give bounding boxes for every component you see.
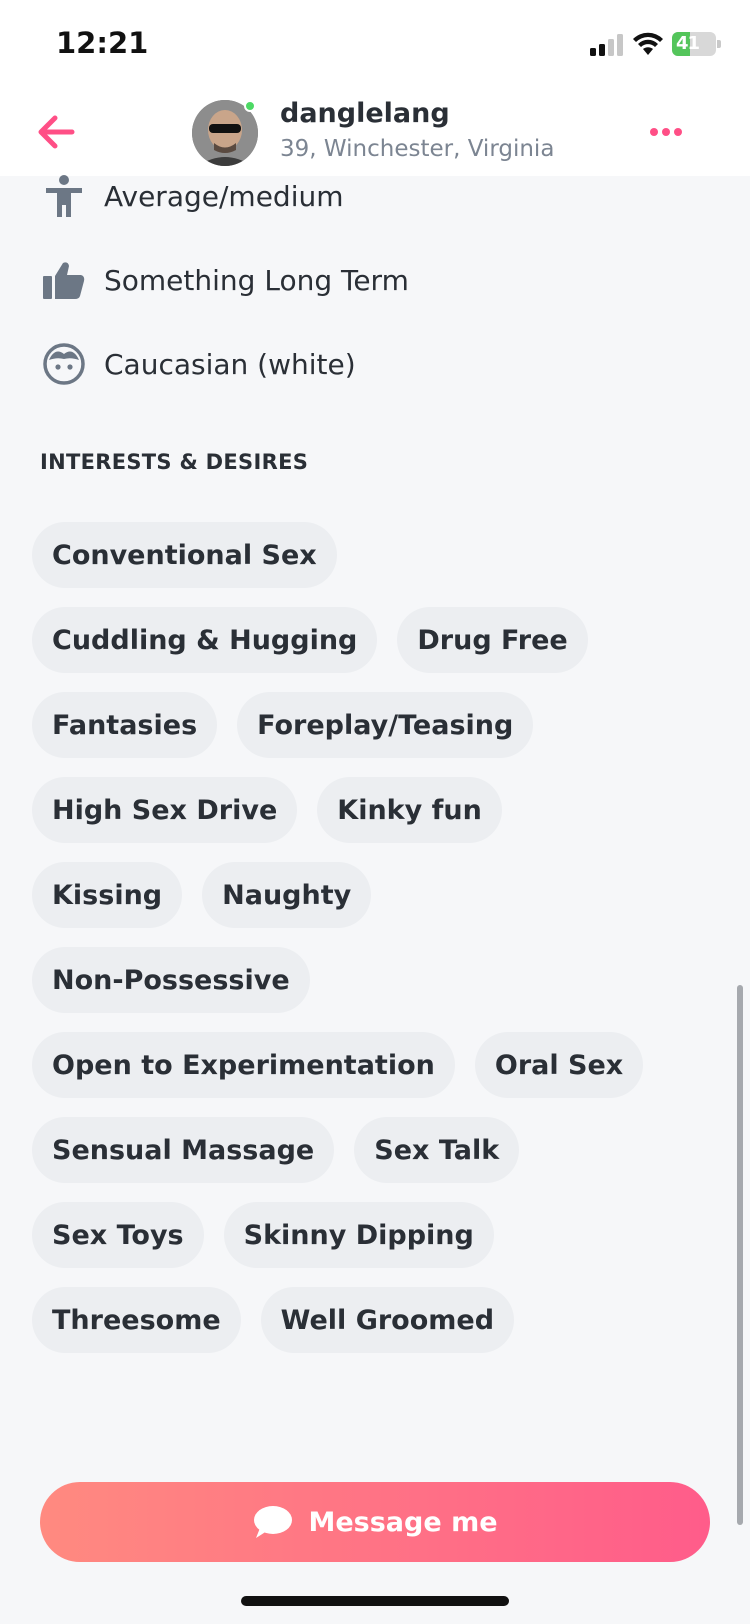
status-bar: 12:21 41 <box>0 0 750 88</box>
interest-chip: Fantasies <box>32 692 218 758</box>
interest-chip: Sensual Massage <box>32 1117 335 1183</box>
home-indicator[interactable] <box>241 1596 509 1606</box>
chip-row: Sensual Massage Sex Talk <box>32 1117 722 1183</box>
chip-row: Sex Toys Skinny Dipping <box>32 1202 722 1268</box>
interest-chip: Naughty <box>202 862 372 928</box>
interest-chip: Sex Toys <box>32 1202 204 1268</box>
chip-row: Fantasies Foreplay/Teasing <box>32 692 722 758</box>
interest-chip: Well Groomed <box>260 1287 515 1353</box>
face-icon <box>40 340 88 388</box>
chat-bubble-icon <box>254 1506 293 1538</box>
body-type-icon <box>40 172 88 220</box>
interest-chip: Kinky fun <box>317 777 502 843</box>
interest-chip: Threesome <box>32 1287 241 1353</box>
interest-chips: Conventional Sex Cuddling & Hugging Drug F… <box>32 522 722 1372</box>
profile-username: danglelang <box>280 98 450 129</box>
attribute-label: Caucasian (white) <box>104 347 356 381</box>
interest-chip: Foreplay/Teasing <box>237 692 534 758</box>
attribute-ethnicity: Caucasian (white) <box>40 334 356 394</box>
battery-level: 41 <box>676 33 700 54</box>
attribute-label: Average/medium <box>104 179 344 213</box>
chip-row: Non-Possessive <box>32 947 722 1013</box>
battery-nub <box>717 40 721 48</box>
arrow-left-icon <box>38 115 75 149</box>
chip-row: Conventional Sex <box>32 522 722 588</box>
profile-age-location: 39, Winchester, Virginia <box>280 136 555 162</box>
message-me-button[interactable]: Message me <box>40 1482 710 1562</box>
interest-chip: Open to Experimentation <box>32 1032 455 1098</box>
interest-chip: Skinny Dipping <box>223 1202 494 1268</box>
attribute-label: Something Long Term <box>104 263 409 297</box>
attribute-body-type: Average/medium <box>40 166 344 226</box>
profile-header: danglelang 39, Winchester, Virginia <box>0 88 750 176</box>
interest-chip: High Sex Drive <box>32 777 298 843</box>
message-button-label: Message me <box>308 1506 498 1538</box>
interest-chip: Non-Possessive <box>32 947 310 1013</box>
thumbs-up-icon <box>40 256 88 304</box>
chip-row: Threesome Well Groomed <box>32 1287 722 1353</box>
battery-icon: 41 <box>672 32 716 56</box>
attribute-looking-for: Something Long Term <box>40 250 409 310</box>
interest-chip: Oral Sex <box>474 1032 644 1098</box>
interests-section-title: INTERESTS & DESIRES <box>40 450 309 474</box>
chip-row: Cuddling & Hugging Drug Free <box>32 607 722 673</box>
interest-chip: Kissing <box>32 862 183 928</box>
wifi-icon <box>633 32 663 55</box>
chip-row: Kissing Naughty <box>32 862 722 928</box>
interest-chip: Cuddling & Hugging <box>32 607 378 673</box>
interest-chip: Sex Talk <box>354 1117 520 1183</box>
cellular-signal-icon <box>590 34 623 56</box>
more-dots-icon <box>650 128 682 136</box>
online-status-indicator <box>244 100 256 112</box>
chip-row: High Sex Drive Kinky fun <box>32 777 722 843</box>
interest-chip: Drug Free <box>397 607 588 673</box>
scrollbar[interactable] <box>737 985 743 1525</box>
back-button[interactable] <box>34 110 78 154</box>
more-options-button[interactable] <box>644 114 688 150</box>
interest-chip: Conventional Sex <box>32 522 337 588</box>
chip-row: Open to Experimentation Oral Sex <box>32 1032 722 1098</box>
status-time: 12:21 <box>56 26 149 60</box>
